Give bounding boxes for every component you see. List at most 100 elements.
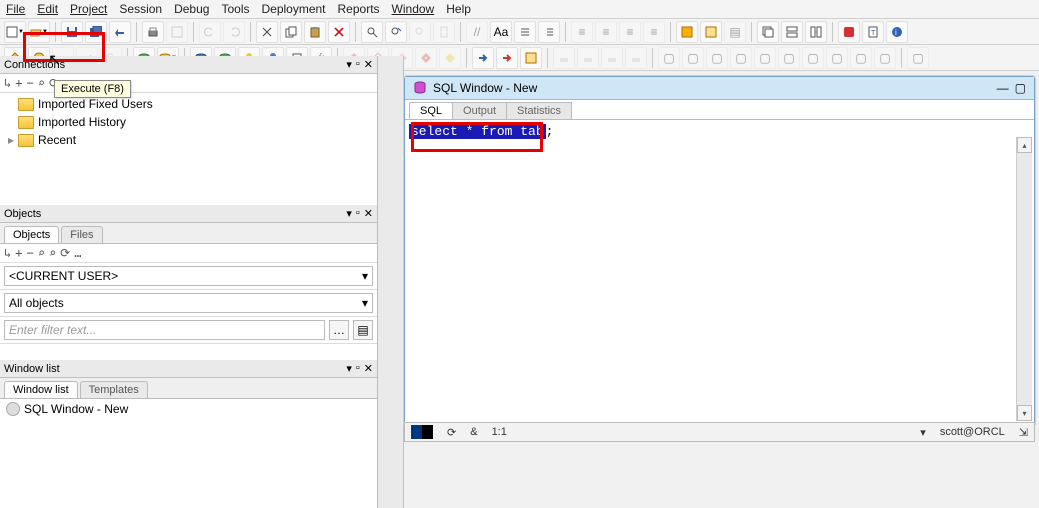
format-button: ≡ — [643, 21, 665, 43]
menu-edit[interactable]: Edit — [37, 2, 58, 16]
expand-all-icon[interactable]: ↳ — [4, 246, 11, 260]
refresh-icon[interactable]: ⟳ — [60, 246, 70, 260]
explain-plan-button: ▤ — [724, 21, 746, 43]
menu-file[interactable]: File — [6, 2, 25, 16]
refresh-status-icon[interactable]: ⟳ — [447, 426, 456, 439]
user-combo[interactable]: <CURRENT USER> ▾ — [4, 266, 373, 286]
combo-marker-icon[interactable]: ▾ — [920, 426, 926, 439]
find-replace-button[interactable] — [385, 21, 407, 43]
svg-text:i: i — [895, 28, 897, 37]
maximize-icon[interactable]: ▢ — [1015, 81, 1026, 95]
save-all-button[interactable] — [85, 21, 107, 43]
sql-tab[interactable]: SQL — [409, 102, 453, 119]
comment-button: // — [466, 21, 488, 43]
folder-icon — [18, 98, 34, 111]
test-window-button[interactable] — [700, 21, 722, 43]
tree-item[interactable]: ▸ Recent — [4, 131, 373, 149]
outdent-button[interactable] — [538, 21, 560, 43]
bookmark-button — [433, 21, 455, 43]
scroll-down-icon[interactable]: ▾ — [1017, 405, 1032, 421]
menu-bar: File Edit Project Session Debug Tools De… — [0, 0, 1039, 19]
close-panel-icon[interactable]: ✕ — [364, 58, 373, 71]
expand-all-icon[interactable]: ↳ — [4, 76, 11, 90]
winlist-item[interactable]: SQL Window - New — [0, 399, 377, 419]
menu-project[interactable]: Project — [70, 2, 107, 16]
templates-tab[interactable]: Templates — [80, 381, 148, 398]
menu-help[interactable]: Help — [446, 2, 471, 16]
remove-icon[interactable]: − — [26, 76, 33, 90]
objects-tab[interactable]: Objects — [4, 226, 59, 243]
chevron-down-icon: ▾ — [362, 296, 368, 310]
find-button[interactable] — [361, 21, 383, 43]
window-cascade-button[interactable] — [757, 21, 779, 43]
dropdown-icon[interactable]: ▾ — [346, 362, 352, 375]
oracle-home-button[interactable] — [838, 21, 860, 43]
close-panel-icon[interactable]: ✕ — [364, 207, 373, 220]
find-next-button — [409, 21, 431, 43]
minimize-icon[interactable]: — — [997, 81, 1009, 95]
database-icon — [6, 402, 20, 416]
menu-reports[interactable]: Reports — [338, 2, 380, 16]
pin-icon[interactable]: ▫ — [356, 207, 360, 220]
add-icon[interactable]: + — [15, 76, 22, 90]
filter-input[interactable]: Enter filter text... — [4, 320, 325, 340]
chevron-down-icon: ▾ — [362, 269, 368, 283]
pin-icon[interactable]: ▫ — [356, 362, 360, 375]
statistics-tab[interactable]: Statistics — [506, 102, 572, 119]
object-type-combo[interactable]: All objects ▾ — [4, 293, 373, 313]
uppercase-button[interactable]: Aa — [490, 21, 512, 43]
undo-button[interactable] — [109, 21, 131, 43]
copy-button[interactable] — [280, 21, 302, 43]
pin-status-icon[interactable]: ⇲ — [1019, 426, 1028, 439]
menu-deployment[interactable]: Deployment — [261, 2, 325, 16]
find-icon[interactable]: ⌕ — [38, 76, 45, 90]
cut-button[interactable] — [256, 21, 278, 43]
program-window-button[interactable] — [676, 21, 698, 43]
close-panel-icon[interactable]: ✕ — [364, 362, 373, 375]
dropdown-icon[interactable]: ▾ — [346, 58, 352, 71]
open-dropdown-button[interactable]: ▼ — [28, 21, 50, 43]
vertical-scrollbar[interactable]: ▴ ▾ — [1016, 137, 1032, 421]
files-tab[interactable]: Files — [61, 226, 102, 243]
indent-button[interactable] — [514, 21, 536, 43]
menu-debug[interactable]: Debug — [174, 2, 209, 16]
dropdown-icon[interactable]: ▾ — [346, 207, 352, 220]
tree-item[interactable]: Imported History — [4, 113, 373, 131]
filter-more-button[interactable]: … — [329, 320, 349, 340]
find2-icon[interactable]: ⌕ — [49, 246, 56, 260]
save-button[interactable] — [61, 21, 83, 43]
add-icon[interactable]: + — [15, 246, 22, 260]
winlist-tab[interactable]: Window list — [4, 381, 78, 398]
report-button[interactable]: T — [862, 21, 884, 43]
remove-icon[interactable]: − — [26, 246, 33, 260]
go-to-line-button: ≡ — [619, 21, 641, 43]
print-button[interactable] — [142, 21, 164, 43]
filter-clear-button[interactable]: ▤ — [353, 320, 373, 340]
window-tile-h-button[interactable] — [781, 21, 803, 43]
svg-text:T: T — [871, 30, 876, 37]
toolbar-1: ▼ ▼ // Aa ≡ ≡ ≡ ≡ ▤ T i — [0, 19, 1039, 45]
scroll-up-icon[interactable]: ▴ — [1017, 137, 1032, 153]
help-button[interactable]: i — [886, 21, 908, 43]
editor-selected-text: select * from tab — [409, 124, 546, 139]
splitter[interactable] — [378, 56, 404, 508]
sql-status-bar: ⟳ & 1:1 ▾ scott@ORCL ⇲ — [404, 422, 1035, 442]
window-tile-v-button[interactable] — [805, 21, 827, 43]
menu-session[interactable]: Session — [119, 2, 162, 16]
paste-button[interactable] — [304, 21, 326, 43]
winlist-title: Window list — [4, 363, 60, 375]
tree-item-label: Imported History — [38, 115, 126, 129]
new-dropdown-button[interactable]: ▼ — [4, 21, 26, 43]
find-icon[interactable]: ⌕ — [38, 246, 45, 260]
menu-tools[interactable]: Tools — [221, 2, 249, 16]
output-tab[interactable]: Output — [452, 102, 507, 119]
sql-editor[interactable]: select * from tab; — [405, 120, 1034, 143]
expand-icon[interactable]: ▸ — [8, 133, 14, 147]
sql-window: SQL Window - New — ▢ SQL Output Statisti… — [404, 76, 1035, 424]
more-icon[interactable]: … — [74, 246, 81, 260]
menu-window[interactable]: Window — [392, 2, 435, 16]
flag-icon — [411, 425, 433, 439]
delete-button[interactable] — [328, 21, 350, 43]
pin-icon[interactable]: ▫ — [356, 58, 360, 71]
objects-toolbar: ↳ + − ⌕ ⌕ ⟳ … — [0, 244, 377, 263]
